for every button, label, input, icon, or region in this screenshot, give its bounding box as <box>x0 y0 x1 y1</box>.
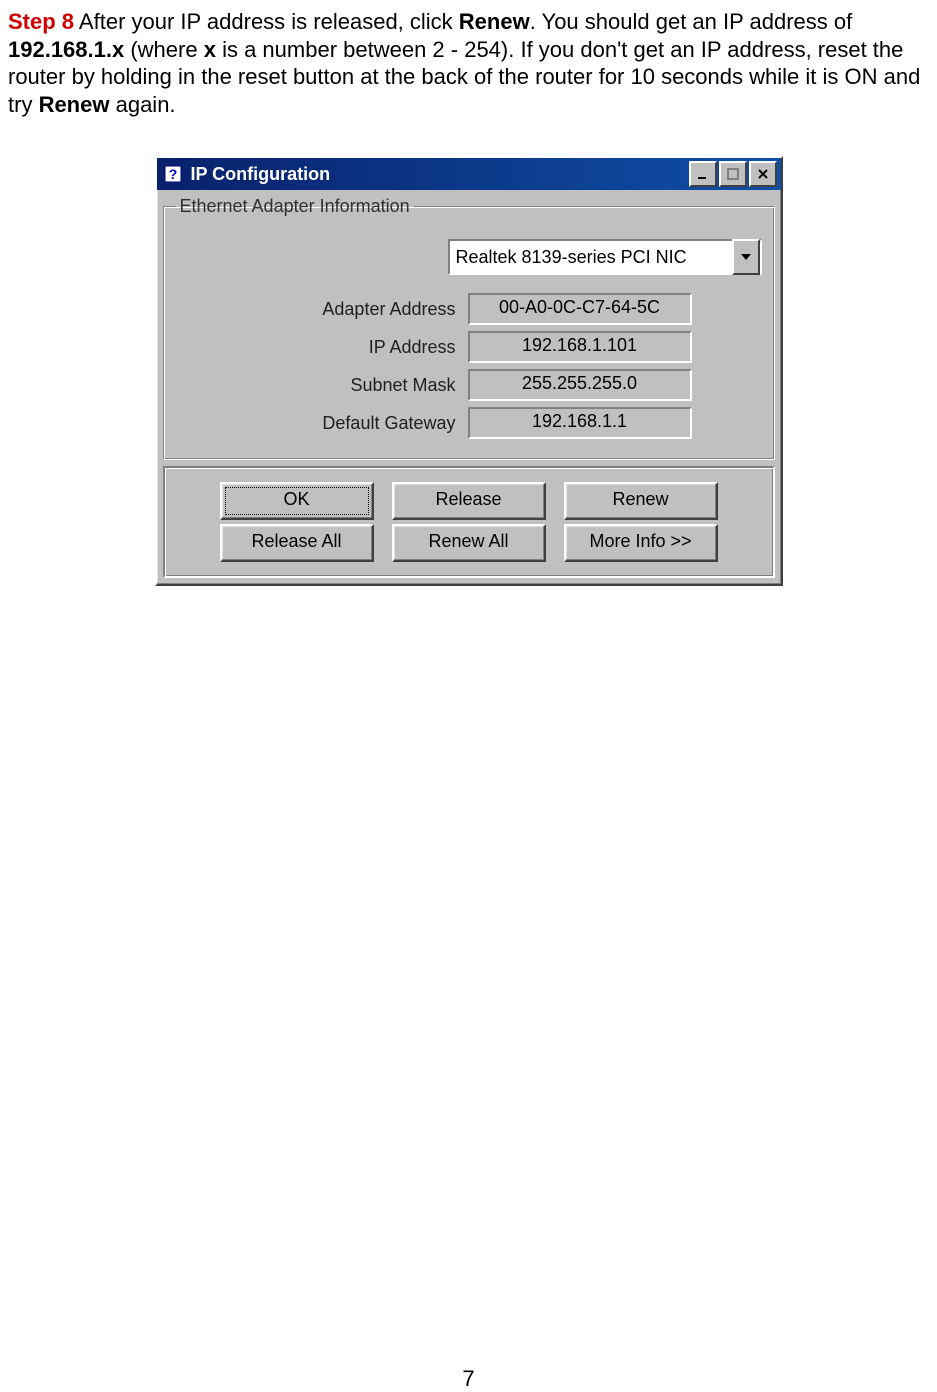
instruction-text-5: again. <box>109 92 175 117</box>
default-gateway-value: 192.168.1.1 <box>468 407 692 439</box>
default-gateway-label: Default Gateway <box>176 413 468 434</box>
instruction-text-1: After your IP address is released, click <box>74 9 459 34</box>
release-all-button[interactable]: Release All <box>220 524 374 562</box>
svg-text:?: ? <box>168 166 177 182</box>
instruction-paragraph: Step 8 After your IP address is released… <box>8 8 929 118</box>
x-bold: x <box>204 37 216 62</box>
dialog-title: IP Configuration <box>191 164 689 185</box>
instruction-text-2: . You should get an IP address of <box>530 9 853 34</box>
ip-address-label: IP Address <box>176 337 468 358</box>
release-button[interactable]: Release <box>392 482 546 520</box>
button-panel: OK Release Renew Release All Renew All M… <box>163 466 775 578</box>
instruction-text-3: (where <box>124 37 203 62</box>
renew-button[interactable]: Renew <box>564 482 718 520</box>
groupbox-legend: Ethernet Adapter Information <box>176 196 414 217</box>
adapter-info-groupbox: Ethernet Adapter Information Realtek 813… <box>163 196 775 460</box>
subnet-mask-label: Subnet Mask <box>176 375 468 396</box>
subnet-mask-value: 255.255.255.0 <box>468 369 692 401</box>
renew-bold-1: Renew <box>459 9 530 34</box>
adapter-address-label: Adapter Address <box>176 299 468 320</box>
ip-configuration-dialog: ? IP Configuration <box>155 156 783 586</box>
ok-button[interactable]: OK <box>220 482 374 520</box>
renew-bold-2: Renew <box>39 92 110 117</box>
app-icon: ? <box>161 162 185 186</box>
dropdown-arrow-icon[interactable] <box>732 239 760 275</box>
more-info-button[interactable]: More Info >> <box>564 524 718 562</box>
ip-address-value: 192.168.1.101 <box>468 331 692 363</box>
page-number: 7 <box>8 1366 929 1392</box>
ip-pattern-bold: 192.168.1.x <box>8 37 124 62</box>
maximize-button <box>719 161 747 187</box>
renew-all-button[interactable]: Renew All <box>392 524 546 562</box>
titlebar[interactable]: ? IP Configuration <box>157 158 781 190</box>
minimize-button[interactable] <box>689 161 717 187</box>
adapter-dropdown[interactable]: Realtek 8139-series PCI NIC <box>448 239 762 275</box>
close-button[interactable] <box>749 161 777 187</box>
step-label: Step 8 <box>8 9 74 34</box>
adapter-dropdown-value: Realtek 8139-series PCI NIC <box>450 247 732 268</box>
adapter-address-value: 00-A0-0C-C7-64-5C <box>468 293 692 325</box>
